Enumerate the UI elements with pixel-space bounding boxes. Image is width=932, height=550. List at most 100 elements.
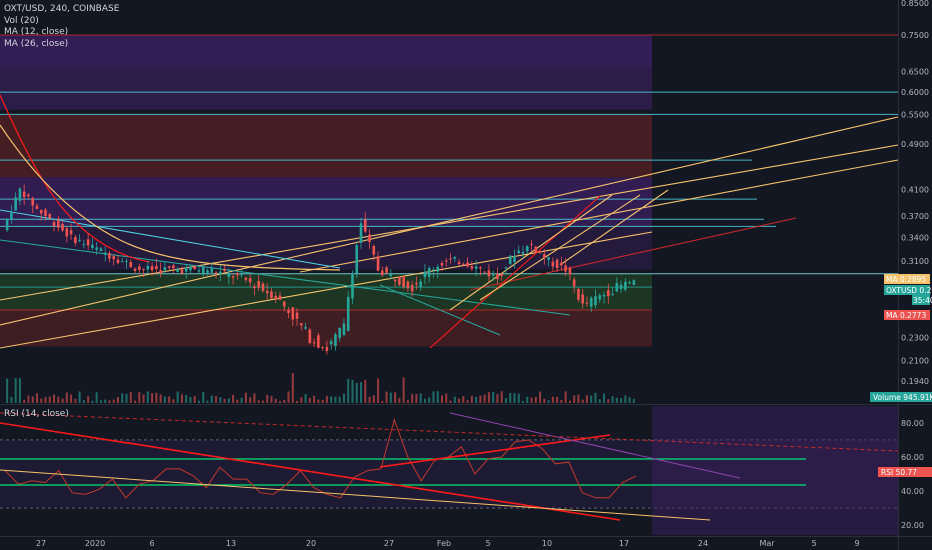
candle-body (69, 230, 73, 235)
candle-body (167, 266, 171, 268)
volume-bar (253, 393, 256, 403)
candle-body (295, 312, 299, 319)
volume-bar (244, 392, 247, 403)
volume-bar (573, 395, 576, 403)
candle-body (402, 275, 405, 287)
volume-bar (632, 398, 635, 403)
candle-body (240, 274, 243, 276)
candle-body (95, 247, 98, 250)
volume-bar (223, 398, 226, 403)
volume-bar (44, 396, 47, 403)
candle-body (393, 279, 397, 282)
candle-body (628, 282, 631, 284)
volume-bar (74, 398, 77, 403)
legend-ma-12[interactable]: MA (12, close) (4, 27, 119, 39)
candle-body (624, 281, 627, 290)
candle-body (125, 261, 128, 263)
time-tick-label: 5 (485, 539, 490, 548)
volume-bar (278, 400, 281, 403)
volume-bar (138, 391, 141, 403)
price-tick-label: 0.2300 (901, 333, 929, 342)
candle-body (99, 248, 103, 252)
volume-bar (534, 397, 537, 403)
time-tick-label: 24 (698, 539, 708, 548)
volume-bar (261, 400, 264, 403)
volume-bar (466, 400, 469, 403)
candle-body (398, 276, 401, 285)
candle-body (385, 267, 388, 273)
candle-body (206, 270, 209, 273)
candle-body (368, 234, 371, 242)
volume-bar (577, 394, 580, 403)
volume-bar (227, 398, 230, 403)
volume-bar (142, 394, 145, 403)
volume-bar (522, 400, 525, 403)
candle-body (133, 268, 137, 272)
time-tick-label: 13 (226, 539, 236, 548)
candle-body (189, 266, 192, 271)
candle-body (342, 323, 346, 335)
candle-body (487, 270, 491, 277)
candle-body (585, 302, 589, 304)
price-tick-label: 0.8500 (901, 0, 929, 8)
volume-bar (453, 396, 456, 403)
volume-bar (48, 396, 51, 403)
volume-bar (568, 400, 571, 403)
volume-bar (82, 400, 85, 403)
candle-body (564, 265, 567, 272)
candle-body (355, 245, 359, 274)
candle-body (18, 188, 22, 201)
candle-body (44, 209, 47, 217)
candle-body (577, 289, 580, 300)
volume-label-text: Volume 945.91K (873, 393, 932, 402)
candle-body (120, 261, 124, 263)
candle-body (543, 254, 546, 258)
volume-bar (193, 396, 196, 403)
candle-body (427, 267, 431, 277)
price-label-text: MA 0.2773 (886, 311, 926, 320)
volume-bar (419, 393, 422, 403)
time-tick-label: 5 (811, 539, 816, 548)
volume-bar (539, 391, 542, 403)
volume-bar (151, 393, 154, 403)
rsi-legend[interactable]: RSI (14, close) (4, 409, 69, 419)
price-tick-label: 0.3400 (901, 233, 929, 242)
legend-ma-26[interactable]: MA (26, close) (4, 39, 119, 51)
candle-body (346, 296, 350, 331)
candle-body (108, 253, 111, 259)
candle-body (415, 283, 418, 285)
candle-body (78, 239, 81, 241)
volume-bar (210, 395, 213, 403)
volume-bar (624, 395, 627, 403)
candle-body (270, 291, 273, 299)
volume-bar (607, 399, 610, 403)
candle-body (65, 228, 69, 237)
candle-body (180, 269, 184, 274)
volume-bar (31, 396, 34, 403)
candle-body (551, 261, 555, 267)
candle-body (138, 266, 141, 270)
volume-bar (560, 400, 563, 403)
volume-bar (129, 392, 132, 403)
candle-body (419, 281, 422, 287)
candle-body (534, 246, 538, 252)
volume-bar (53, 394, 56, 403)
volume-bar (487, 392, 490, 403)
volume-bar (232, 394, 235, 403)
candle-body (227, 272, 231, 277)
candle-body (129, 261, 133, 268)
candle-body (274, 295, 278, 299)
time-tick-label: 10 (542, 539, 552, 548)
legend-symbol[interactable]: OXT/USD, 240, COINBASE (4, 4, 119, 16)
candle-body (406, 281, 410, 289)
candle-body (31, 197, 35, 206)
volume-bar (526, 396, 529, 403)
volume-bar (415, 393, 418, 403)
volume-bar (219, 397, 222, 403)
volume-bar (202, 391, 205, 403)
candle-body (619, 284, 623, 290)
time-tick-label: 20 (306, 539, 316, 548)
legend-volume[interactable]: Vol (20) (4, 16, 119, 28)
price-label-text: 35:40 (913, 296, 932, 305)
candle-body (547, 257, 550, 260)
